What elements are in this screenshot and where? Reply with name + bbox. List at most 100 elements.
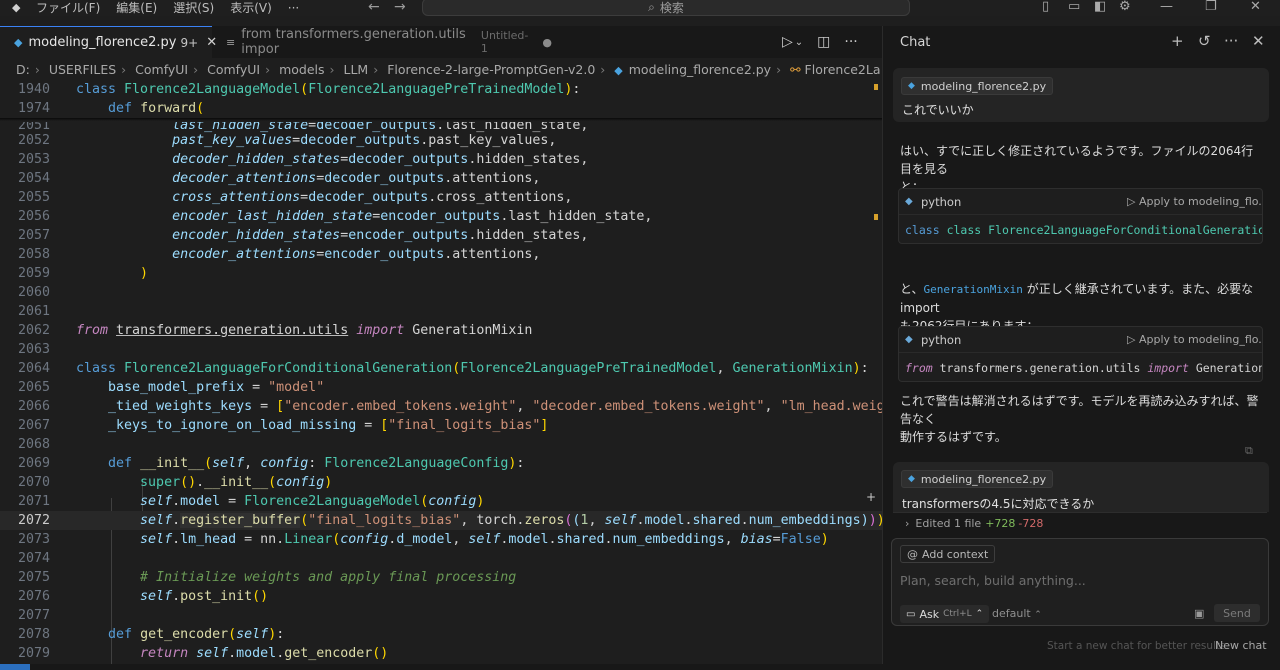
scrollbar-warning-marker[interactable] (874, 84, 878, 90)
menu-file[interactable]: ファイル(F) (36, 1, 100, 15)
code-block-content: from transformers.generation.utils impor… (905, 361, 1262, 375)
menu-selection[interactable]: 選択(S) (173, 1, 214, 15)
breadcrumb-item[interactable]: ComfyUI (135, 62, 188, 77)
breadcrumb-item[interactable]: D: (16, 62, 30, 77)
inline-code: GenerationMixin (923, 283, 1023, 296)
code-line: 2065 base_model_prefix = "model" (0, 378, 882, 397)
tab-description: Untitled-1 (480, 29, 529, 55)
user-message[interactable]: ◆ modeling_florence2.py transformersの4.5… (893, 462, 1269, 512)
code-editor[interactable]: 1940 class Florence2LanguageModel(Florenc… (0, 80, 882, 664)
menu-more[interactable]: ··· (288, 1, 299, 15)
breadcrumb-item[interactable]: modeling_florence2.py (629, 62, 771, 77)
code-line: 2070 super().__init__(config) (0, 473, 882, 492)
line-number: 2075 (17, 570, 50, 585)
lines-removed-count: -728 (1018, 517, 1044, 530)
code-line: 2074 (0, 549, 882, 568)
code-line: 2062 from transformers.generation.utils i… (0, 321, 882, 340)
add-context-button[interactable]: @ Add context (900, 545, 996, 563)
code-line: 2076 self.post_init() (0, 587, 882, 606)
line-number: 2079 (17, 646, 50, 661)
restore-icon[interactable]: ❐ (1205, 0, 1217, 14)
command-search[interactable]: ⌕ 検索 (422, 0, 910, 16)
more-actions-icon[interactable]: ··· (844, 34, 857, 50)
line-number: 2065 (17, 380, 50, 395)
code-text: class Florence2LanguageForConditionalGen… (946, 223, 1262, 237)
breadcrumb-item[interactable]: Florence2LanguageFor( (805, 62, 880, 77)
breadcrumb-item[interactable]: USERFILES (49, 62, 116, 77)
apply-label: Apply to modeling_flo... (1138, 195, 1263, 208)
code-text: transformers.generation.utils (932, 361, 1148, 375)
line-number: 2058 (17, 247, 50, 262)
scrollbar-warning-marker[interactable] (874, 214, 878, 220)
menu-view[interactable]: 表示(V) (230, 1, 272, 15)
user-message[interactable]: ◆ modeling_florence2.py これでいいか (893, 68, 1269, 122)
line-number: 2074 (17, 551, 50, 566)
search-icon: ⌕ (648, 0, 655, 14)
app-logo-icon: ◆ (12, 1, 21, 14)
send-button[interactable]: Send (1214, 604, 1260, 622)
code-line: 2073 self.lm_head = nn.Linear(config.d_m… (0, 530, 882, 549)
code-block-content: class class Florence2LanguageForConditio… (905, 223, 1262, 237)
code-line: 2057 encoder_hidden_states=encoder_outpu… (0, 226, 882, 245)
breadcrumb-item[interactable]: Florence-2-large-PromptGen-v2.0 (387, 62, 595, 77)
text-file-icon: ≡ (226, 35, 236, 49)
model-selector[interactable]: default ⌃ (992, 607, 1042, 620)
line-number: 2078 (17, 627, 50, 642)
line-number: 2060 (17, 285, 50, 300)
problems-count-badge: 9+ (180, 35, 199, 50)
code-line: 1940 class Florence2LanguageModel(Florenc… (0, 80, 882, 99)
code-language-label: python (921, 333, 962, 347)
minimize-icon[interactable]: — (1160, 0, 1173, 14)
toggle-secondary-sidebar-icon[interactable]: ◧ (1094, 0, 1106, 14)
file-context-chip[interactable]: ◆ modeling_florence2.py (901, 470, 1054, 488)
code-line: 2058 encoder_attentions=encoder_outputs.… (0, 245, 882, 264)
new-chat-link[interactable]: New chat (1215, 639, 1267, 652)
tab-modeling-florence2[interactable]: ◆ modeling_florence2.py 9+ ✕ (0, 26, 217, 58)
breadcrumb-item[interactable]: models (279, 62, 324, 77)
breadcrumb-item[interactable]: ComfyUI (207, 62, 260, 77)
response-line: これで警告は解消されるはずです。モデルを再読み込みすれば、警告なく (900, 394, 1259, 426)
unsaved-dot-icon[interactable]: ● (542, 36, 552, 49)
chat-input-placeholder[interactable]: Plan, search, build anything... (900, 573, 1086, 588)
tab-label: modeling_florence2.py (28, 35, 177, 50)
apply-to-file-button[interactable]: ▷ Apply to modeling_flo... (1127, 333, 1262, 346)
close-panel-icon[interactable]: ✕ (1252, 32, 1265, 50)
new-chat-plus-icon[interactable]: + (1171, 32, 1184, 50)
mode-selector[interactable]: ▭ Ask Ctrl+L ⌃ (900, 605, 990, 623)
run-icon[interactable]: ▷ (782, 34, 793, 50)
code-line: 2077 (0, 606, 882, 625)
breadcrumb: D: › USERFILES › ComfyUI › ComfyUI › models ›… (0, 60, 880, 80)
menu-edit[interactable]: 編集(E) (116, 1, 157, 15)
run-dropdown-icon[interactable]: ⌄ (795, 37, 803, 48)
line-number: 2052 (17, 133, 50, 148)
split-editor-icon[interactable]: ◫ (817, 34, 830, 50)
history-icon[interactable]: ↺ (1198, 32, 1211, 50)
settings-gear-icon[interactable]: ⚙ (1119, 0, 1131, 14)
breadcrumb-item[interactable]: LLM (343, 62, 368, 77)
at-sign-icon: @ (907, 547, 918, 561)
close-window-icon[interactable]: ✕ (1250, 0, 1261, 14)
file-context-chip[interactable]: ◆ modeling_florence2.py (901, 77, 1054, 95)
edited-files-summary[interactable]: › Edited 1 file +728 -728 (893, 512, 1267, 534)
remote-indicator[interactable] (0, 664, 30, 670)
code-line: 2075 # Initialize weights and apply fina… (0, 568, 882, 587)
chat-bubble-icon: ▭ (906, 608, 916, 620)
code-line: 2069 def __init__(self, config: Florence… (0, 454, 882, 473)
add-line-glyph-icon[interactable]: + (866, 490, 876, 504)
attach-image-icon[interactable]: ▣ (1194, 607, 1204, 620)
copy-icon[interactable]: ⧉ (1245, 444, 1253, 458)
nav-back-icon[interactable]: ← (368, 0, 380, 14)
apply-to-file-button[interactable]: ▷ Apply to modeling_flo... (1127, 195, 1263, 208)
more-options-icon[interactable]: ··· (1224, 32, 1238, 50)
tab-untitled[interactable]: ≡ from transformers.generation.utils imp… (212, 26, 562, 58)
line-number: 2069 (17, 456, 50, 471)
toggle-sidebar-icon[interactable]: ▯ (1042, 0, 1049, 14)
code-line: 2060 (0, 283, 882, 302)
chat-input-box[interactable]: @ Add context Plan, search, build anythi… (891, 538, 1269, 626)
mode-label: Ask (919, 607, 940, 621)
toggle-panel-icon[interactable]: ▭ (1068, 0, 1080, 14)
file-chip-label: modeling_florence2.py (920, 79, 1047, 93)
file-chip-label: modeling_florence2.py (920, 472, 1047, 486)
nav-forward-icon[interactable]: → (394, 0, 406, 14)
line-number: 2071 (17, 494, 50, 509)
